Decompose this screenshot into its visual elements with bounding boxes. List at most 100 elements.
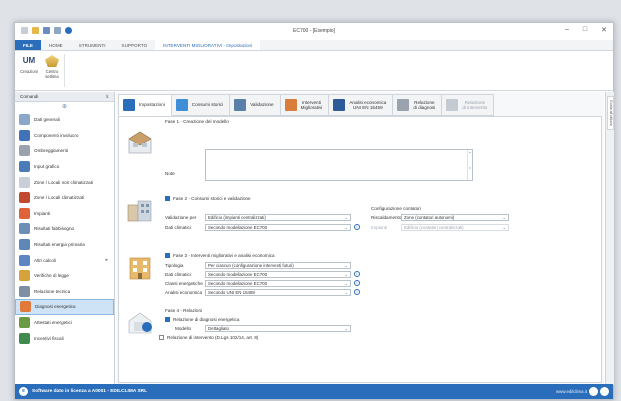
sidebar-item[interactable]: Incentivi fiscali: [15, 330, 114, 346]
energy-classes-select[interactable]: Secondo modellazione EC700 ⌄: [205, 280, 351, 287]
side-guide-tab[interactable]: Guida all'utilizzo: [607, 96, 614, 130]
sidebar-item-icon: [19, 332, 30, 344]
heating-label: Riscaldamento: [371, 215, 402, 220]
note-textarea[interactable]: ▴ ▾: [205, 149, 473, 181]
phase3-title: Fase 3 - Interventi migliorativi e anali…: [165, 253, 275, 258]
sidebar-item-label: Zone / Locali non climatizzati: [34, 179, 93, 185]
tab-label: Interventi Migliorativi: [300, 99, 323, 110]
sidebar-item-label: Input grafico: [34, 164, 60, 170]
sidebar-item-icon: [19, 285, 30, 297]
model-select[interactable]: Dettagliato ⌄: [205, 325, 351, 332]
info-icon[interactable]: i: [354, 271, 360, 277]
heating-select[interactable]: Zone (contatori autonomi) ⌄: [401, 214, 509, 221]
phase2-checkbox[interactable]: [165, 196, 170, 201]
sidebar-item[interactable]: Dati generali: [15, 112, 114, 128]
content-tab[interactable]: Interventi Migliorativi: [280, 94, 330, 116]
typology-select[interactable]: Per ciascun (configurazione interventi f…: [205, 262, 351, 269]
validation-select[interactable]: Edificio (impianti centralizzati) ⌄: [205, 214, 351, 221]
settings-content: Fase 1 - Creazione del modello Note ▴ ▾ F…: [118, 116, 602, 383]
sidebar-item[interactable]: Risultati energia primaria: [15, 237, 114, 253]
chevron-right-icon: ▸: [105, 257, 108, 264]
model-value: Dettagliato: [208, 326, 229, 331]
economic-analysis-select[interactable]: Secondo UNI EN 15459 ⌄: [205, 289, 351, 296]
support-icon[interactable]: [589, 387, 598, 396]
sidebar-item-icon: [19, 317, 30, 329]
sidebar-item-icon: [19, 254, 30, 266]
sidebar-item[interactable]: Diagnosi energetica: [15, 299, 114, 315]
sidebar-item[interactable]: Input grafico: [15, 159, 114, 175]
content-tabs: Impostazioni Consumi storici Validazione In…: [118, 94, 495, 116]
phase2-title-text: Fase 2 - Consumi storici e validazione: [173, 196, 251, 201]
maximize-button[interactable]: □: [583, 26, 587, 34]
energy-classes-value: Secondo modellazione EC700: [208, 281, 268, 286]
linkedin-icon[interactable]: [600, 387, 609, 396]
phase3-title-text: Fase 3 - Interventi migliorativi e anali…: [173, 253, 275, 258]
typology-label: Tipologia: [165, 263, 184, 268]
website-link[interactable]: www.edilclima.it: [556, 389, 587, 394]
info-icon[interactable]: i: [354, 224, 360, 230]
validation-value: Edificio (impianti centralizzati): [208, 215, 266, 220]
sidebar-item[interactable]: Zone / Locali climatizzati: [15, 190, 114, 206]
ribbon-tab-home[interactable]: HOME: [41, 40, 71, 50]
sidebar-item[interactable]: Altri calcoli ▸: [15, 252, 114, 268]
panel-pin-icon[interactable]: ⊻: [106, 94, 109, 100]
climate-data-2-select[interactable]: Secondo modellazione EC700 ⌄: [205, 271, 351, 278]
ribbon-tab-interventi[interactable]: INTERVENTI MIGLIORATIVI - Impostazioni: [155, 40, 261, 50]
report-icon: [128, 312, 152, 334]
content-tab: Relazione di intervento: [442, 94, 495, 116]
sidebar-item[interactable]: Attestati energetici: [15, 315, 114, 331]
minimize-button[interactable]: –: [565, 26, 569, 34]
climate-data-value: Secondo modellazione EC700: [208, 225, 268, 230]
content-tab[interactable]: Consumi storici: [171, 94, 231, 116]
building-model-icon: [128, 131, 152, 154]
sidebar-item[interactable]: Relazione tecnica: [15, 284, 114, 300]
status-bar: e Software dato in licenza a A0001 - EDI…: [15, 384, 613, 399]
sidebar-item-label: Zone / Locali climatizzati: [34, 195, 85, 201]
phase3-checkbox[interactable]: [165, 253, 170, 258]
ribbon-button-creazioni[interactable]: UM Creazioni: [18, 55, 40, 74]
ribbon-button-centro[interactable]: Centro settima: [41, 55, 63, 79]
diagnosis-report-row: Relazione di diagnosi energetica: [165, 317, 239, 322]
climate-data-select[interactable]: Secondo modellazione EC700 ⌄: [205, 224, 351, 231]
sidebar-item[interactable]: Verifiche di legge: [15, 268, 114, 284]
sidebar-item-icon: [19, 192, 30, 204]
content-tab[interactable]: Relazione di diagnosi: [393, 94, 443, 116]
ribbon-tab-supporto[interactable]: SUPPORTO: [114, 40, 156, 50]
diagnosis-report-checkbox[interactable]: [165, 317, 170, 322]
commands-panel-title: Comandi: [20, 94, 39, 99]
tab-label: Impostazioni: [139, 102, 165, 108]
intervention-report-checkbox[interactable]: [159, 335, 164, 340]
sidebar-item[interactable]: Zone / Locali non climatizzati: [15, 174, 114, 190]
content-tab[interactable]: Analisi economica UNI EN 15459: [329, 94, 394, 116]
economic-analysis-value: Secondo UNI EN 15459: [208, 290, 255, 295]
ribbon-body: UM Creazioni Centro settima: [15, 51, 613, 91]
sidebar-item[interactable]: Ombreggiamenti: [15, 143, 114, 159]
close-button[interactable]: ✕: [601, 26, 607, 34]
main-area: Impostazioni Consumi storici Validazione In…: [116, 92, 604, 385]
sidebar-item-label: Risultati fabbisogno: [34, 226, 75, 232]
ribbon-button-label: Centro settima: [45, 69, 59, 79]
tab-icon: [123, 99, 135, 111]
sidebar-item-icon: [20, 301, 31, 313]
improvements-icon: [129, 257, 151, 280]
ribbon-tab-strumenti[interactable]: STRUMENTI: [71, 40, 114, 50]
sidebar-item[interactable]: Impianti: [15, 206, 114, 222]
ribbon-tab-file[interactable]: FILE: [15, 40, 41, 50]
info-icon[interactable]: i: [354, 280, 360, 286]
status-icons: [589, 387, 609, 396]
sidebar-item-icon: [19, 161, 30, 173]
content-tab[interactable]: Impostazioni: [118, 94, 172, 116]
tab-icon: [397, 99, 410, 111]
sidebar-item-label: Attestati energetici: [34, 320, 72, 326]
content-tab[interactable]: Validazione: [230, 94, 281, 116]
validation-label: Validazione per: [165, 215, 197, 220]
systems-value: Edificio (contatori centralizzati): [404, 225, 464, 230]
info-icon[interactable]: i: [354, 289, 360, 295]
sidebar-item[interactable]: Componenti involucro: [15, 128, 114, 144]
sidebar-item[interactable]: Risultati fabbisogno: [15, 221, 114, 237]
chevron-down-icon: ⌄: [502, 215, 506, 220]
license-text: Software dato in licenza a A0001 - EDILC…: [32, 389, 148, 394]
expand-icon[interactable]: ⊕: [15, 102, 114, 112]
phase1-title: Fase 1 - Creazione del modello: [165, 119, 229, 124]
note-scrollbar[interactable]: ▴ ▾: [467, 150, 472, 180]
